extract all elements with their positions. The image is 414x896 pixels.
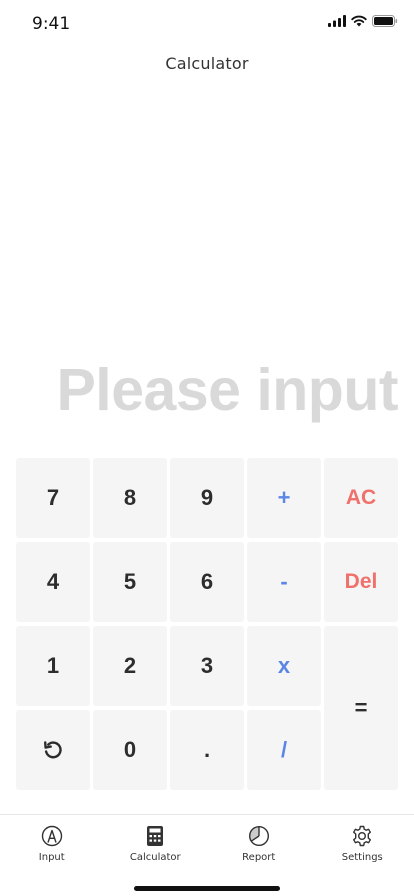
key-6[interactable]: 6: [170, 542, 244, 622]
tab-report[interactable]: Report: [207, 815, 311, 896]
calculator-screen: 9:41 Calculator Please input 7 8 9 + AC …: [0, 0, 414, 896]
tab-settings-label: Settings: [341, 852, 383, 863]
key-5[interactable]: 5: [93, 542, 167, 622]
home-indicator[interactable]: [134, 886, 280, 891]
tab-bar: Input Calculator Report Settings: [0, 814, 414, 896]
key-9[interactable]: 9: [170, 458, 244, 538]
status-time: 9:41: [32, 14, 71, 34]
tab-calculator[interactable]: Calculator: [104, 815, 208, 896]
key-4[interactable]: 4: [16, 542, 90, 622]
keypad: 7 8 9 + AC 4 5 6 - Del 1 2 3 x = 0 . /: [16, 458, 398, 790]
status-icons: [328, 15, 398, 27]
tab-report-label: Report: [242, 852, 276, 863]
key-minus[interactable]: -: [247, 542, 321, 622]
key-3[interactable]: 3: [170, 626, 244, 706]
calculator-display[interactable]: Please input: [56, 356, 398, 424]
key-7[interactable]: 7: [16, 458, 90, 538]
pie-chart-icon: [248, 825, 269, 847]
battery-icon: [372, 15, 398, 27]
key-1[interactable]: 1: [16, 626, 90, 706]
key-delete[interactable]: Del: [324, 542, 398, 622]
key-multiply[interactable]: x: [247, 626, 321, 706]
tab-settings[interactable]: Settings: [311, 815, 414, 896]
key-2[interactable]: 2: [93, 626, 167, 706]
undo-button[interactable]: [16, 710, 90, 790]
tab-calculator-label: Calculator: [129, 852, 181, 863]
key-divide[interactable]: /: [247, 710, 321, 790]
undo-icon: [44, 741, 62, 759]
cellular-signal-icon: [328, 15, 346, 27]
gear-icon: [353, 825, 372, 847]
calculator-icon: [147, 826, 164, 846]
wifi-icon: [351, 15, 367, 27]
key-all-clear[interactable]: AC: [324, 458, 398, 538]
pencil-circle-icon: [41, 825, 62, 847]
tab-input[interactable]: Input: [0, 815, 104, 896]
key-0[interactable]: 0: [93, 710, 167, 790]
key-plus[interactable]: +: [247, 458, 321, 538]
key-8[interactable]: 8: [93, 458, 167, 538]
tab-input-label: Input: [38, 852, 65, 863]
key-decimal[interactable]: .: [170, 710, 244, 790]
key-equals[interactable]: =: [324, 626, 398, 790]
page-title: Calculator: [165, 54, 249, 73]
